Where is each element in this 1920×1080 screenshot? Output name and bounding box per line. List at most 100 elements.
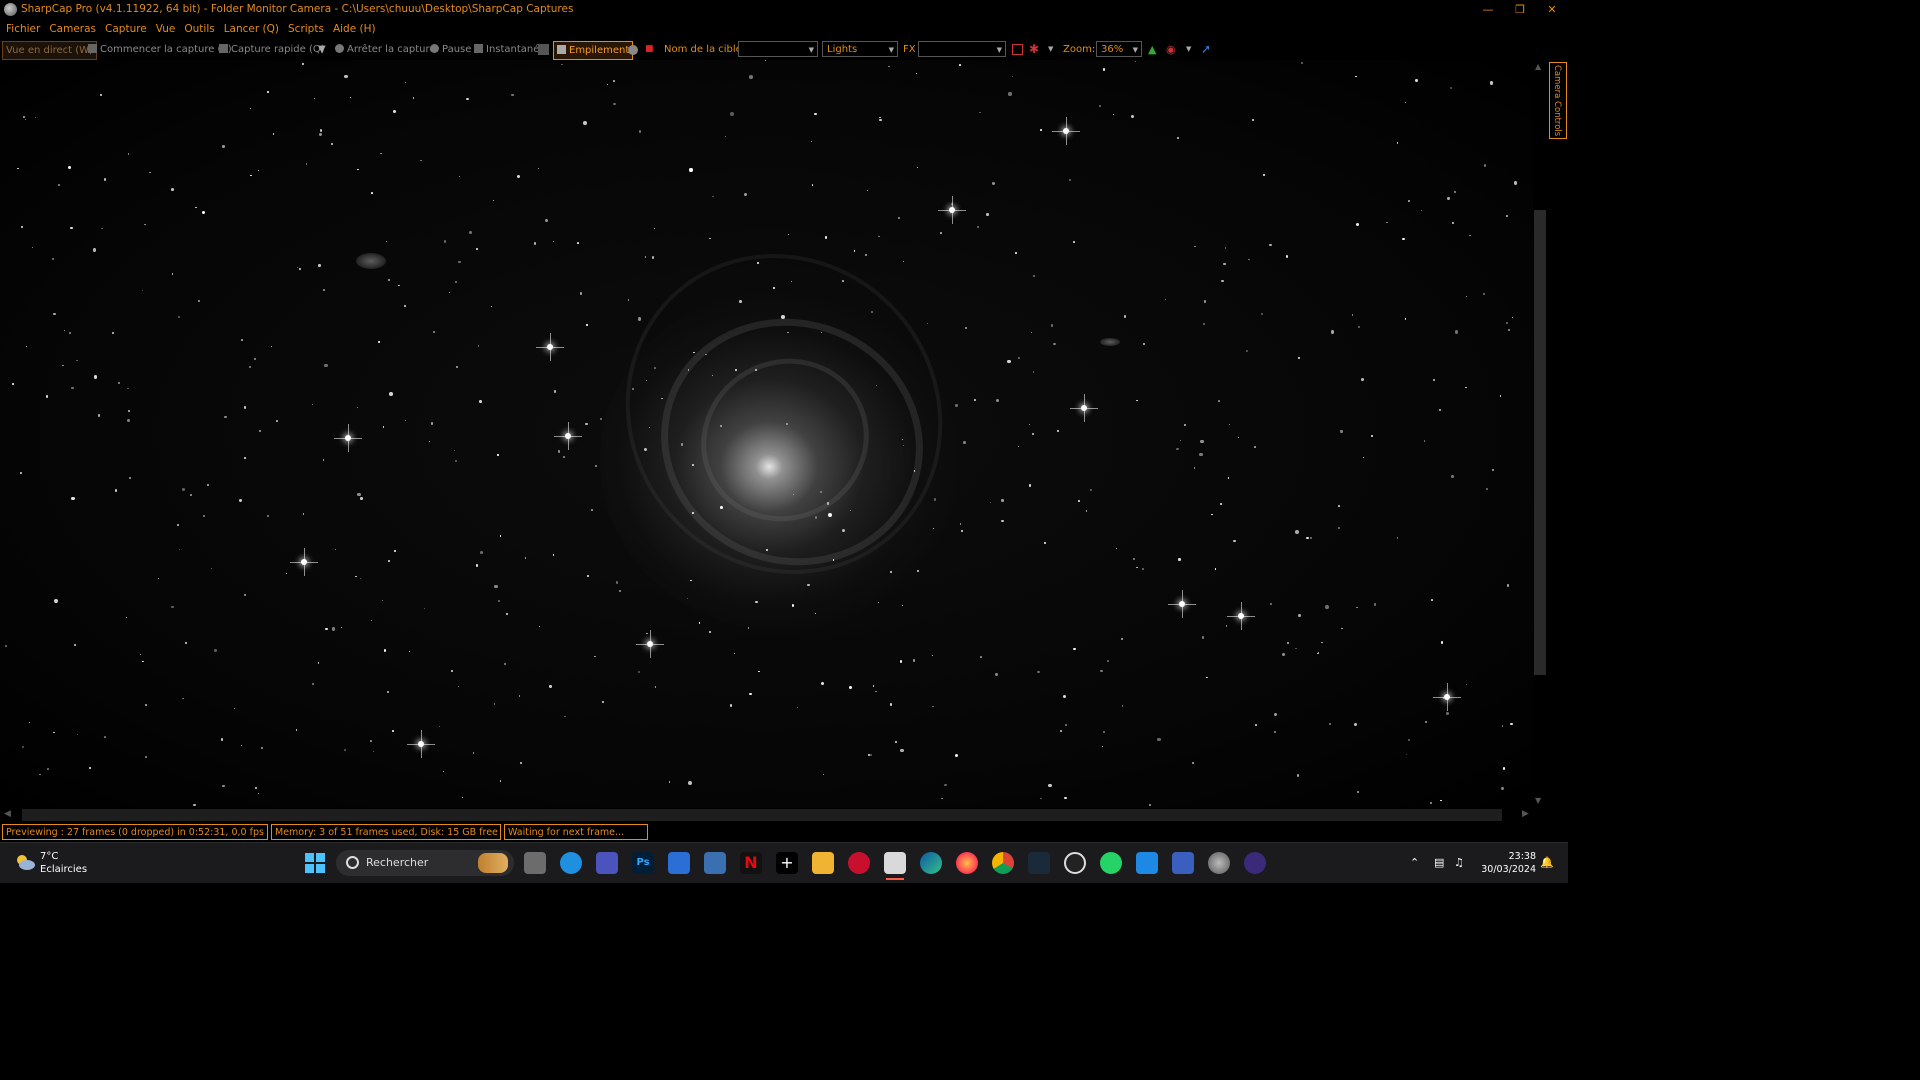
- minimize-icon[interactable]: —: [1472, 0, 1504, 19]
- start-capture-button[interactable]: Commencer la capture (S): [88, 41, 232, 58]
- windows-start-icon[interactable]: [305, 853, 325, 873]
- star: [190, 493, 193, 496]
- menu-lancer[interactable]: Lancer (Q): [224, 23, 279, 35]
- menu-fichier[interactable]: Fichier: [6, 23, 40, 35]
- ccleaner-icon[interactable]: [848, 852, 870, 874]
- chrome-icon[interactable]: [992, 852, 1014, 874]
- media-player-icon[interactable]: [1064, 852, 1086, 874]
- polar-align-icon[interactable]: ➚: [1201, 41, 1211, 58]
- star: [811, 184, 814, 186]
- menu-capture[interactable]: Capture: [105, 23, 147, 35]
- calculator-icon[interactable]: [704, 852, 726, 874]
- scroll-down-icon[interactable]: ▼: [1535, 796, 1541, 805]
- scroll-left-icon[interactable]: ◀: [4, 809, 11, 819]
- sharpcap-taskbar-icon[interactable]: [884, 852, 906, 874]
- target-name-combo[interactable]: ▼: [738, 41, 818, 57]
- pause-button[interactable]: Pause: [430, 41, 471, 58]
- zoom-combo[interactable]: 36% ▼: [1096, 41, 1142, 57]
- stop-capture-button[interactable]: Arrêter la capture: [335, 41, 436, 58]
- vertical-scroll-thumb[interactable]: [1534, 210, 1546, 675]
- photos-icon[interactable]: [1136, 852, 1158, 874]
- star: [233, 708, 235, 710]
- vertical-scrollbar[interactable]: ▲ ▼: [1533, 60, 1547, 808]
- netflix-icon[interactable]: N: [740, 852, 762, 874]
- star: [1205, 676, 1208, 679]
- restore-icon[interactable]: ❐: [1504, 0, 1536, 19]
- quick-capture-dropdown-icon[interactable]: ▼: [318, 41, 326, 58]
- remote-desktop-icon[interactable]: [1172, 852, 1194, 874]
- stellarium-icon[interactable]: [1244, 852, 1266, 874]
- star: [879, 119, 882, 122]
- star: [644, 256, 647, 259]
- fx-combo[interactable]: ▼: [918, 41, 1006, 57]
- star: [319, 133, 322, 136]
- star: [959, 64, 962, 66]
- selection-area-icon[interactable]: [1012, 44, 1023, 55]
- diffraction-spike: [650, 630, 651, 658]
- horizontal-scroll-thumb[interactable]: [22, 809, 1502, 821]
- stacking-button[interactable]: Empilement: [553, 41, 634, 60]
- display-settings-icon[interactable]: [538, 43, 552, 60]
- frame-type-combo[interactable]: Lights ▼: [822, 41, 898, 57]
- live-stack-icon[interactable]: [628, 43, 641, 60]
- star: [1192, 761, 1195, 765]
- astro-app-icon[interactable]: [1208, 852, 1230, 874]
- star: [1112, 113, 1115, 116]
- disney-plus-icon[interactable]: +: [776, 852, 798, 874]
- notifications-icon[interactable]: 🔔: [1540, 856, 1554, 869]
- firefox-icon[interactable]: [956, 852, 978, 874]
- download-manager-icon[interactable]: [1028, 852, 1050, 874]
- window-title: SharpCap Pro (v4.1.11922, 64 bit) - Fold…: [21, 3, 574, 15]
- scroll-up-icon[interactable]: ▲: [1535, 62, 1541, 71]
- star: [1499, 395, 1502, 398]
- teams-icon[interactable]: [596, 852, 618, 874]
- tray-overflow-icon[interactable]: ⌃: [1410, 856, 1419, 869]
- star: [1098, 104, 1102, 108]
- edge-icon[interactable]: [920, 852, 942, 874]
- volume-icon[interactable]: ♫: [1454, 856, 1464, 869]
- task-view-icon[interactable]: [524, 852, 546, 874]
- star: [125, 616, 128, 618]
- focus-assistant-icon[interactable]: ◉: [1166, 41, 1176, 58]
- star: [979, 111, 981, 114]
- system-clock[interactable]: 23:38 30/03/2024: [1480, 850, 1536, 876]
- reticule-dropdown-icon[interactable]: ▼: [1048, 41, 1053, 58]
- live-view-button[interactable]: Vue en direct (W): [2, 41, 97, 60]
- menu-aide[interactable]: Aide (H): [333, 23, 376, 35]
- star: [261, 746, 264, 749]
- quick-capture-label: Capture rapide (Q): [231, 44, 325, 55]
- star: [296, 266, 298, 268]
- star: [995, 673, 998, 676]
- star: [1454, 330, 1459, 334]
- star: [1141, 567, 1145, 571]
- menu-bar: Fichier Cameras Capture Vue Outils Lance…: [0, 19, 1568, 39]
- diffraction-spike: [568, 422, 569, 450]
- histogram-icon[interactable]: ▲: [1148, 41, 1156, 58]
- close-icon[interactable]: ✕: [1536, 0, 1568, 19]
- star: [932, 705, 934, 707]
- star: [1115, 547, 1118, 550]
- reticule-icon[interactable]: ✱: [1029, 41, 1039, 58]
- camera-controls-tab[interactable]: Camera Controls: [1549, 62, 1567, 139]
- photoshop-icon[interactable]: Ps: [632, 852, 654, 874]
- star: [1062, 695, 1066, 699]
- star: [1237, 436, 1239, 439]
- star: [1193, 466, 1196, 469]
- menu-outils[interactable]: Outils: [184, 23, 214, 35]
- focus-dropdown-icon[interactable]: ▼: [1186, 41, 1191, 58]
- store-icon[interactable]: [668, 852, 690, 874]
- menu-cameras[interactable]: Cameras: [49, 23, 96, 35]
- whatsapp-icon[interactable]: [1100, 852, 1122, 874]
- horizontal-scrollbar[interactable]: ◀ ▶: [0, 808, 1533, 822]
- taskbar-search-box[interactable]: Rechercher: [336, 850, 514, 876]
- scroll-right-icon[interactable]: ▶: [1522, 809, 1529, 819]
- network-icon[interactable]: ▤: [1434, 856, 1444, 869]
- copilot-icon[interactable]: [560, 852, 582, 874]
- snapshot-button[interactable]: Instantané: [474, 41, 539, 58]
- file-explorer-icon[interactable]: [812, 852, 834, 874]
- image-viewport[interactable]: [0, 60, 1533, 808]
- star: [1130, 115, 1134, 119]
- quick-capture-button[interactable]: Capture rapide (Q): [219, 41, 325, 58]
- menu-scripts[interactable]: Scripts: [288, 23, 324, 35]
- menu-vue[interactable]: Vue: [156, 23, 176, 35]
